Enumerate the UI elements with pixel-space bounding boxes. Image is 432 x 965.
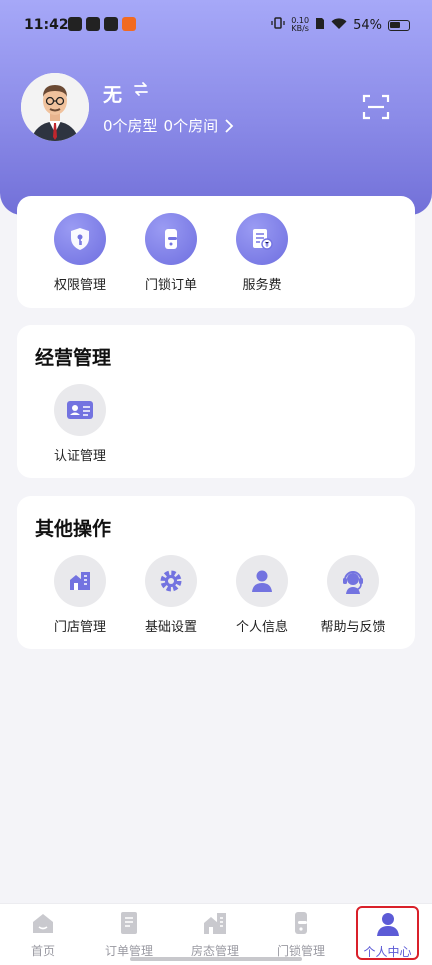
invoice-yen-icon	[236, 213, 288, 265]
quick-action-lock-orders[interactable]: 门锁订单	[125, 213, 217, 293]
section-title: 经营管理	[35, 347, 112, 369]
avatar[interactable]	[21, 73, 89, 141]
status-bar: 11:42 0.10 KB/s 54%	[0, 0, 432, 50]
menu-item-label: 帮助与反馈	[320, 620, 386, 635]
door-lock-icon	[145, 213, 197, 265]
status-time: 11:42	[24, 17, 69, 33]
status-notification-icons	[68, 17, 136, 31]
network-speed-unit: KB/s	[291, 24, 309, 33]
network-speed: 0.10 KB/s	[291, 17, 309, 33]
tab-room-status[interactable]: 房态管理	[172, 910, 258, 959]
building-icon	[202, 913, 228, 940]
room-type-count: 0个房型	[103, 117, 158, 135]
tab-personal-center[interactable]: 个人中心	[356, 906, 419, 960]
scan-icon[interactable]	[362, 93, 390, 121]
notification-app-icon	[104, 17, 118, 31]
store-icon	[54, 555, 106, 607]
store-management-item[interactable]: 门店管理	[34, 555, 126, 635]
headset-icon	[327, 555, 379, 607]
notification-app-icon	[122, 17, 136, 31]
vibrate-icon	[271, 16, 285, 34]
other-operations-card: 其他操作 门店管理 基础设置 个人信息 帮助与反馈	[17, 496, 415, 649]
notification-app-icon	[86, 17, 100, 31]
help-feedback-item[interactable]: 帮助与反馈	[307, 555, 399, 635]
lock-icon	[288, 912, 314, 940]
quick-action-service-fee[interactable]: 服务费	[216, 213, 308, 293]
quick-action-permissions[interactable]: 权限管理	[34, 213, 126, 293]
status-right-group: 0.10 KB/s 54%	[271, 16, 410, 34]
certification-management-item[interactable]: 认证管理	[34, 384, 126, 464]
tab-home[interactable]: 首页	[0, 910, 86, 959]
section-title: 其他操作	[35, 518, 112, 540]
tab-label: 个人中心	[363, 945, 412, 959]
chevron-right-icon	[224, 118, 234, 133]
menu-item-label: 基础设置	[144, 620, 197, 635]
switch-account-icon[interactable]	[132, 80, 150, 98]
battery-icon	[388, 19, 410, 31]
menu-item-label: 门店管理	[53, 620, 106, 635]
battery-percent: 54%	[353, 17, 382, 33]
quick-actions-card: 权限管理 门锁订单 服务费	[17, 196, 415, 308]
person-icon	[236, 555, 288, 607]
personal-info-item[interactable]: 个人信息	[216, 555, 308, 635]
person-icon	[375, 913, 401, 941]
basic-settings-item[interactable]: 基础设置	[125, 555, 217, 635]
id-card-icon	[54, 384, 106, 436]
tab-order-management[interactable]: 订单管理	[86, 910, 172, 959]
home-icon	[30, 914, 56, 940]
tab-lock-management[interactable]: 门锁管理	[258, 910, 344, 959]
bottom-tab-bar: 首页 订单管理 房态管理 门锁管理 个人中心	[0, 903, 432, 965]
quick-action-label: 权限管理	[53, 278, 106, 293]
home-indicator[interactable]	[130, 957, 302, 961]
user-name: 无	[103, 84, 123, 106]
order-doc-icon	[116, 912, 142, 940]
wifi-icon	[331, 17, 347, 34]
room-count: 0个房间	[163, 117, 219, 135]
quick-action-label: 门锁订单	[144, 278, 197, 293]
menu-item-label: 认证管理	[53, 449, 106, 464]
room-summary[interactable]: 0个房型 0个房间	[103, 115, 234, 136]
gear-icon	[145, 555, 197, 607]
notification-app-icon	[68, 17, 82, 31]
menu-item-label: 个人信息	[235, 620, 288, 635]
sim-icon	[315, 17, 325, 34]
shield-key-icon	[54, 213, 106, 265]
tab-label: 首页	[30, 944, 55, 958]
quick-action-label: 服务费	[242, 278, 282, 293]
business-management-card: 经营管理 认证管理	[17, 325, 415, 478]
